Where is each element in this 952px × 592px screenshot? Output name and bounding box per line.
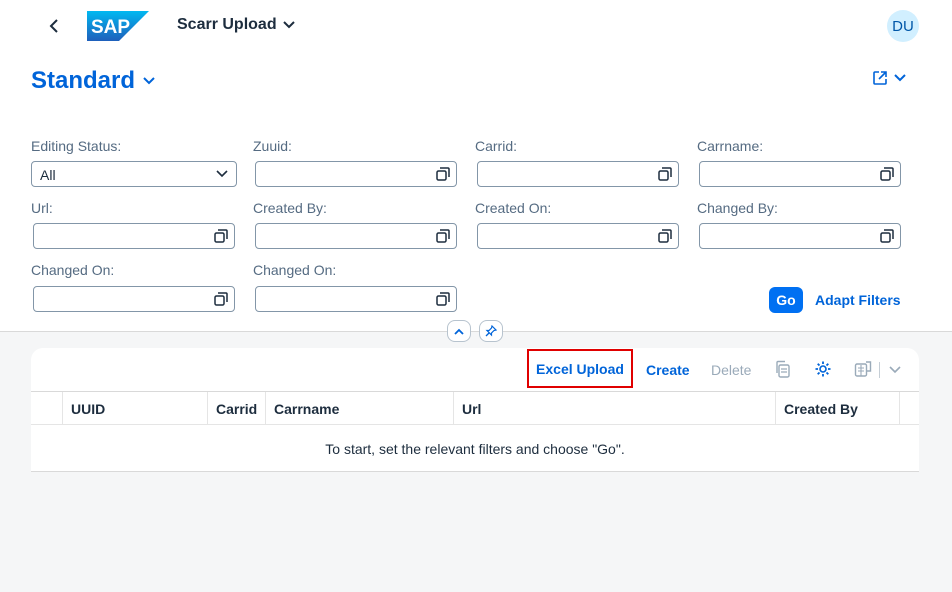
gear-icon[interactable] (814, 360, 832, 378)
created-by-label: Created By: (253, 200, 327, 216)
column-header-uuid[interactable]: UUID (63, 392, 208, 425)
chevron-up-icon (454, 328, 464, 335)
chevron-down-icon (143, 77, 155, 85)
changed-on-label-2: Changed On: (253, 262, 337, 278)
created-on-field[interactable] (477, 223, 679, 249)
app-title-menu[interactable]: Scarr Upload (177, 16, 295, 34)
value-help-icon[interactable] (214, 229, 228, 243)
table-header: UUID Carrid Carrname Url Created By (31, 391, 919, 425)
value-help-icon[interactable] (436, 229, 450, 243)
editing-status-select[interactable]: All (31, 161, 237, 187)
created-on-label: Created On: (475, 200, 552, 216)
go-button[interactable]: Go (769, 287, 803, 313)
export-icon[interactable] (854, 360, 872, 378)
copy-icon[interactable] (774, 360, 792, 378)
changed-on-field-1[interactable] (33, 286, 235, 312)
value-help-icon[interactable] (436, 292, 450, 306)
changed-on-field-2[interactable] (255, 286, 457, 312)
chevron-down-icon[interactable] (889, 366, 901, 374)
changed-by-label: Changed By: (697, 200, 778, 216)
column-header-url[interactable]: Url (454, 392, 776, 425)
avatar[interactable]: DU (887, 10, 919, 42)
no-data-text: To start, set the relevant filters and c… (325, 441, 625, 457)
sap-logo: SAP (87, 11, 149, 41)
value-help-icon[interactable] (214, 292, 228, 306)
excel-upload-button[interactable]: Excel Upload (527, 349, 633, 388)
zuuid-label: Zuuid: (253, 138, 292, 154)
changed-by-field[interactable] (699, 223, 901, 249)
value-help-icon[interactable] (436, 167, 450, 181)
create-button[interactable]: Create (646, 362, 690, 378)
toolbar-separator (879, 362, 880, 378)
pin-icon (485, 325, 497, 337)
selection-column (31, 392, 63, 425)
value-help-icon[interactable] (658, 229, 672, 243)
share-menu-button[interactable] (872, 70, 906, 86)
variant-title: Standard (31, 67, 136, 94)
variant-selector[interactable]: Standard (31, 67, 155, 95)
zuuid-field[interactable] (255, 161, 457, 187)
adapt-filters-button[interactable]: Adapt Filters (815, 292, 901, 308)
chevron-down-icon (216, 170, 228, 178)
collapse-header-button[interactable] (447, 320, 471, 342)
value-help-icon[interactable] (880, 167, 894, 181)
editing-status-label: Editing Status: (31, 138, 122, 154)
carrname-label: Carrname: (697, 138, 764, 154)
url-label: Url: (31, 200, 53, 216)
column-header-carrid[interactable]: Carrid (208, 392, 266, 425)
back-button[interactable] (42, 14, 66, 38)
pin-header-button[interactable] (479, 320, 503, 342)
app-title: Scarr Upload (177, 16, 277, 33)
value-help-icon[interactable] (880, 229, 894, 243)
editing-status-value: All (40, 167, 56, 183)
value-help-icon[interactable] (658, 167, 672, 181)
shell-bar: SAP Scarr Upload DU (0, 0, 952, 54)
url-field[interactable] (33, 223, 235, 249)
delete-button[interactable]: Delete (711, 362, 751, 378)
carrid-field[interactable] (477, 161, 679, 187)
column-header-carrname[interactable]: Carrname (266, 392, 454, 425)
sap-logo-text: SAP (91, 17, 130, 38)
changed-on-label-1: Changed On: (31, 262, 115, 278)
carrname-field[interactable] (699, 161, 901, 187)
table-card: Excel Upload Create Delete UUID Carrid C… (31, 348, 919, 472)
filter-header-area: SAP Scarr Upload DU Standard Editing Sta… (0, 0, 952, 332)
carrid-label: Carrid: (475, 138, 518, 154)
created-by-field[interactable] (255, 223, 457, 249)
chevron-down-icon (894, 74, 906, 82)
share-icon (873, 71, 887, 85)
chevron-down-icon (282, 21, 295, 29)
chevron-left-icon (49, 19, 58, 33)
column-header-created-by[interactable]: Created By (776, 392, 900, 425)
